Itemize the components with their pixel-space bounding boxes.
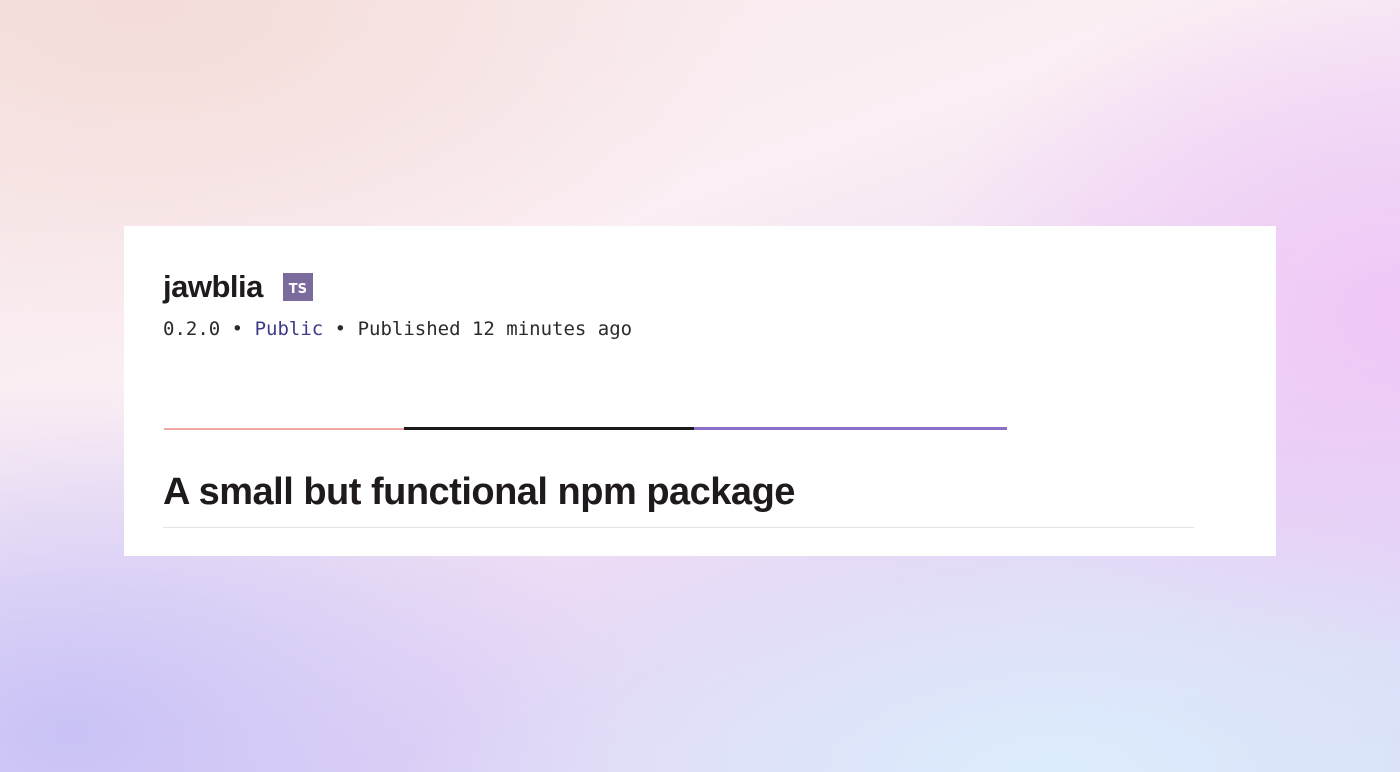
package-version: 0.2.0 xyxy=(163,318,221,340)
tab-underline-dependencies[interactable] xyxy=(694,427,1007,430)
meta-separator: • xyxy=(334,318,347,340)
typescript-types-icon[interactable]: TS xyxy=(282,273,313,301)
package-meta: 0.2.0 • Public • Published 12 minutes ag… xyxy=(163,318,632,340)
package-card: jawblia TS 0.2.0 • Public • Published 12… xyxy=(124,226,1276,556)
tab-underline-code[interactable] xyxy=(404,427,694,430)
package-header: jawblia TS xyxy=(163,268,313,306)
tab-bar xyxy=(164,427,1007,430)
readme-title: A small but functional npm package xyxy=(163,471,795,513)
tab-underline-readme[interactable] xyxy=(164,428,404,430)
meta-separator: • xyxy=(231,318,244,340)
package-access: Public xyxy=(254,318,324,340)
published-time: Published 12 minutes ago xyxy=(357,318,633,340)
package-name: jawblia xyxy=(163,269,263,304)
title-divider xyxy=(163,527,1194,528)
